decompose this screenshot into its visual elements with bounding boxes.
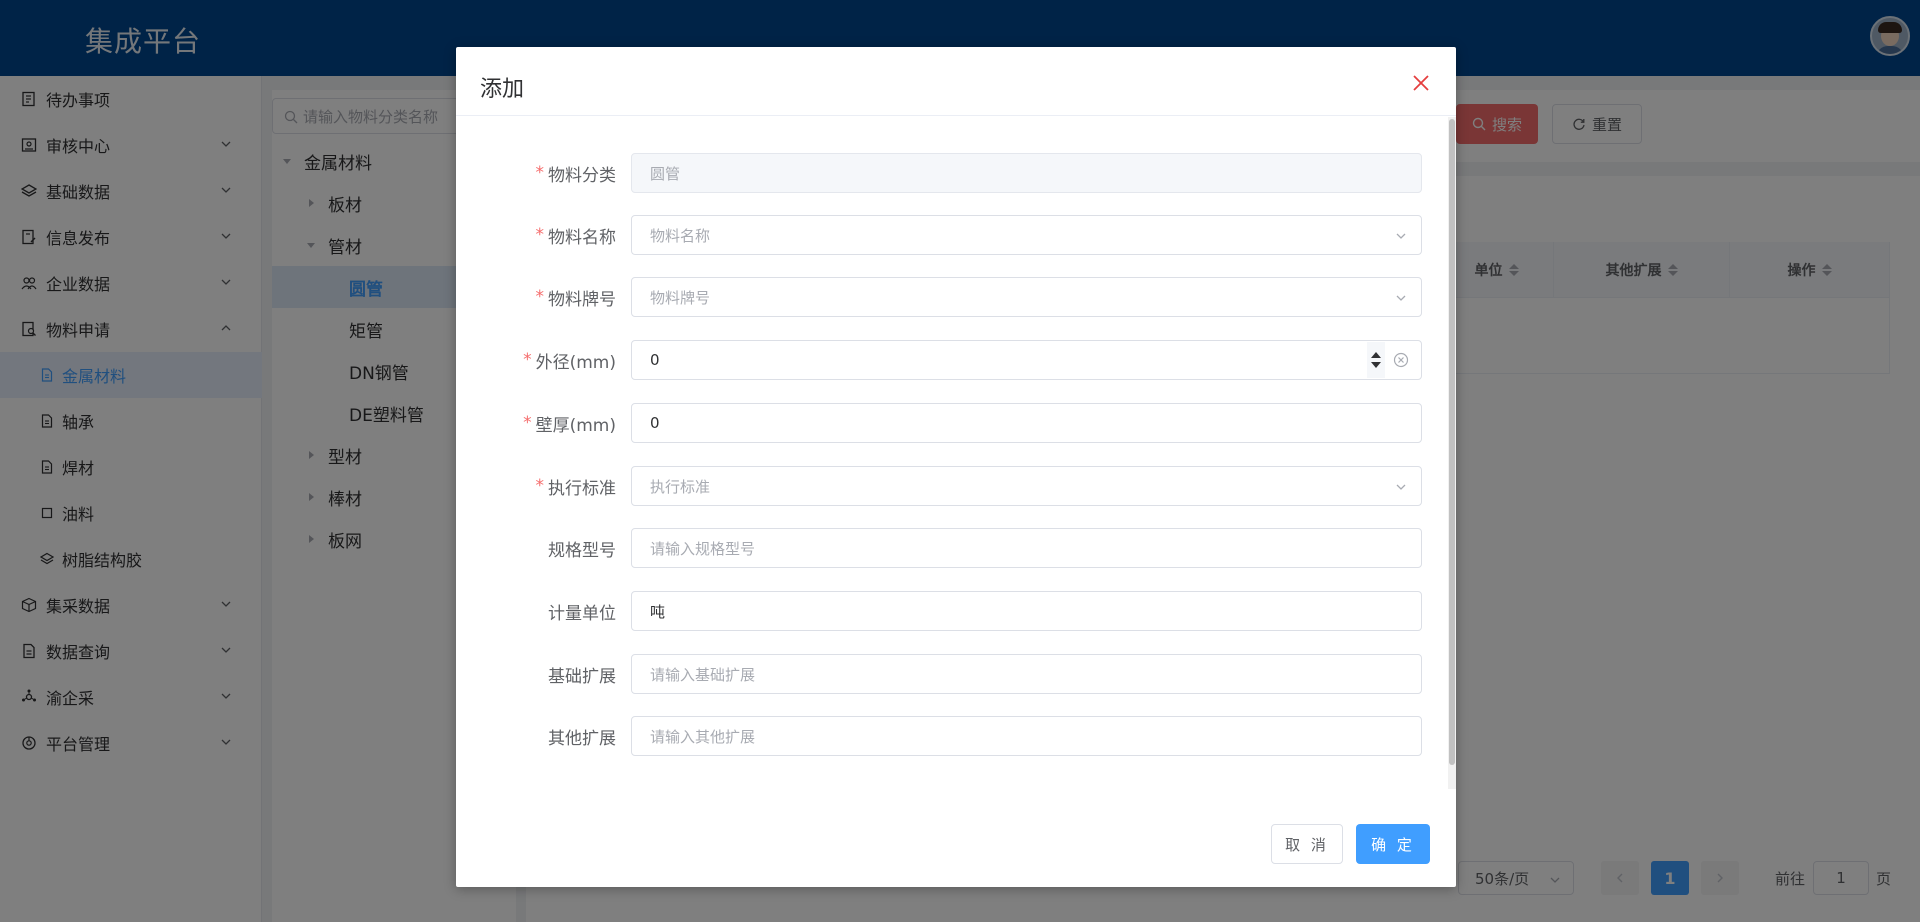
required-mark: *: [535, 225, 545, 245]
required-mark: *: [535, 163, 545, 183]
form-row-basic-ext: 基础扩展 请输入基础扩展: [456, 654, 1456, 694]
chevron-down-icon: [1396, 295, 1406, 301]
form-row-wall-thickness: * 壁厚(mm) 0: [456, 403, 1456, 443]
field-label: * 物料牌号: [535, 287, 617, 310]
close-icon[interactable]: [1410, 72, 1432, 94]
required-mark: *: [535, 476, 545, 496]
field-label: 规格型号: [548, 540, 616, 561]
chevron-down-icon: [1396, 233, 1406, 239]
form-row-category: * 物料分类 圆管: [456, 153, 1456, 193]
form-row-standard: * 执行标准 执行标准: [456, 466, 1456, 506]
basic-ext-input[interactable]: 请输入基础扩展: [631, 654, 1422, 694]
field-label: * 物料分类: [535, 163, 617, 186]
field-label: * 物料名称: [535, 225, 617, 248]
material-grade-select[interactable]: 物料牌号: [631, 277, 1422, 317]
number-stepper[interactable]: [1367, 342, 1385, 378]
dialog-divider: [456, 115, 1456, 116]
form-row-outer-diameter: * 外径(mm) 0: [456, 340, 1456, 380]
chevron-down-icon: [1396, 484, 1406, 490]
material-name-select[interactable]: 物料名称: [631, 215, 1422, 255]
form-row-spec-model: 规格型号 请输入规格型号: [456, 528, 1456, 568]
wall-thickness-input[interactable]: 0: [631, 403, 1422, 443]
field-label: * 外径(mm): [523, 350, 616, 373]
form-row-material-grade: * 物料牌号 物料牌号: [456, 277, 1456, 317]
add-dialog: 添加 * 物料分类 圆管 * 物料名称 物料名称 * 物料牌号 物料牌号 * 外径(mm…: [456, 47, 1456, 887]
form-row-unit: 计量单位 吨: [456, 591, 1456, 631]
field-label: * 壁厚(mm): [523, 413, 616, 436]
field-label: 基础扩展: [548, 666, 616, 687]
unit-input[interactable]: 吨: [631, 591, 1422, 631]
required-mark: *: [523, 350, 532, 370]
form-row-other-ext: 其他扩展 请输入其他扩展: [456, 716, 1456, 756]
standard-select[interactable]: 执行标准: [631, 466, 1422, 506]
required-mark: *: [523, 413, 532, 433]
confirm-button[interactable]: 确 定: [1356, 824, 1430, 864]
category-field: 圆管: [631, 153, 1422, 193]
form-row-material-name: * 物料名称 物料名称: [456, 215, 1456, 255]
required-mark: *: [535, 287, 545, 307]
spec-model-input[interactable]: 请输入规格型号: [631, 528, 1422, 568]
field-label: 计量单位: [548, 603, 616, 624]
outer-diameter-input[interactable]: 0: [631, 340, 1422, 380]
cancel-button[interactable]: 取 消: [1271, 824, 1343, 864]
field-label: 其他扩展: [548, 728, 616, 749]
clear-icon[interactable]: [1393, 352, 1409, 368]
dialog-title: 添加: [480, 77, 525, 102]
other-ext-input[interactable]: 请输入其他扩展: [631, 716, 1422, 756]
field-label: * 执行标准: [535, 476, 617, 499]
